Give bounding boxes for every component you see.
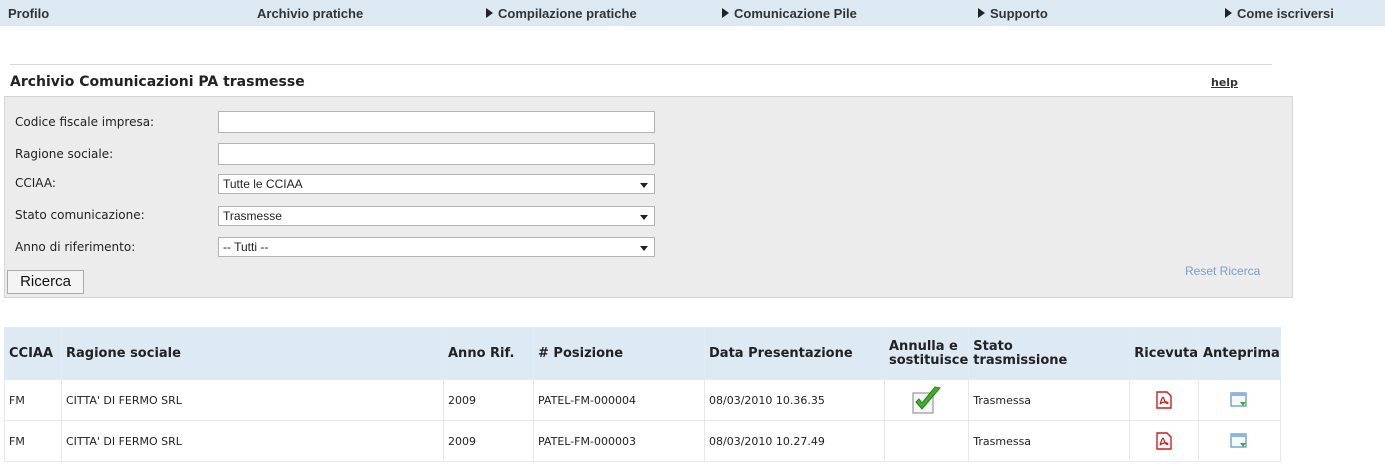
- cell-ragione-sociale: CITTA' DI FERMO SRL: [61, 379, 444, 421]
- preview-window-icon[interactable]: [1230, 433, 1248, 449]
- triangle-right-icon: [1225, 8, 1232, 18]
- codice-fiscale-input[interactable]: [218, 111, 655, 133]
- chevron-down-icon: [640, 246, 648, 251]
- results-table: CCIAA Ragione sociale Anno Rif. # Posizi…: [4, 327, 1281, 462]
- cciaa-select[interactable]: Tutte le CCIAA: [218, 174, 655, 194]
- section-divider: [10, 64, 1272, 65]
- stato-comunicazione-select[interactable]: Trasmesse: [218, 206, 655, 226]
- col-header-annulla-sostituisce[interactable]: Annulla e sostituisce: [883, 327, 970, 380]
- nav-item-supporto[interactable]: Supporto: [978, 6, 1048, 21]
- cciaa-label: CCIAA:: [15, 176, 56, 190]
- table-row: FM CITTA' DI FERMO SRL 2009 PATEL-FM-000…: [4, 420, 1281, 462]
- search-panel: Codice fiscale impresa: Ragione sociale:…: [4, 96, 1293, 298]
- cell-posizione: PATEL-FM-000003: [533, 420, 705, 462]
- cell-cciaa: FM: [4, 379, 62, 421]
- cell-data-presentazione: 08/03/2010 10.27.49: [704, 420, 885, 462]
- nav-item-archivio-pratiche[interactable]: Archivio pratiche: [257, 6, 363, 21]
- table-row: FM CITTA' DI FERMO SRL 2009 PATEL-FM-000…: [4, 379, 1281, 421]
- table-header-row: CCIAA Ragione sociale Anno Rif. # Posizi…: [4, 327, 1281, 380]
- cell-ricevuta: [1129, 420, 1199, 462]
- cell-anteprima: [1197, 379, 1281, 421]
- triangle-right-icon: [978, 8, 985, 18]
- page-title: Archivio Comunicazioni PA trasmesse: [10, 74, 305, 90]
- col-header-cciaa[interactable]: CCIAA: [4, 327, 62, 380]
- ragione-sociale-label: Ragione sociale:: [15, 147, 114, 161]
- cell-posizione: PATEL-FM-000004: [533, 379, 705, 421]
- ricerca-button[interactable]: Ricerca: [7, 270, 84, 294]
- triangle-right-icon: [486, 8, 493, 18]
- ragione-sociale-input[interactable]: [218, 143, 655, 165]
- nav-item-compilazione-pratiche[interactable]: Compilazione pratiche: [486, 6, 637, 21]
- col-header-data-presentazione[interactable]: Data Presentazione: [704, 327, 885, 380]
- cell-stato-trasmissione: Trasmessa: [968, 379, 1131, 421]
- cell-ricevuta: [1129, 379, 1199, 421]
- cell-anno: 2009: [443, 420, 534, 462]
- cell-anteprima: [1197, 420, 1281, 462]
- col-header-posizione[interactable]: # Posizione: [533, 327, 705, 380]
- nav-item-comunicazione-pile[interactable]: Comunicazione Pile: [722, 6, 857, 21]
- nav-item-profilo[interactable]: Profilo: [8, 6, 49, 21]
- nav-item-come-iscriversi[interactable]: Come iscriversi: [1225, 6, 1334, 21]
- anno-riferimento-select[interactable]: -- Tutti --: [218, 237, 655, 257]
- cell-anno: 2009: [443, 379, 534, 421]
- pdf-icon[interactable]: [1156, 432, 1172, 450]
- col-header-ragione-sociale[interactable]: Ragione sociale: [61, 327, 444, 380]
- checkmark-icon[interactable]: [910, 384, 944, 416]
- col-header-anteprima[interactable]: Anteprima: [1197, 327, 1281, 380]
- cell-ragione-sociale: CITTA' DI FERMO SRL: [61, 420, 444, 462]
- top-nav-bar: Profilo Archivio pratiche Compilazione p…: [0, 0, 1385, 26]
- cell-cciaa: FM: [4, 420, 62, 462]
- triangle-right-icon: [722, 8, 729, 18]
- cell-annulla-sostituisce: [883, 379, 970, 421]
- chevron-down-icon: [640, 183, 648, 188]
- pdf-icon[interactable]: [1156, 391, 1172, 409]
- col-header-stato-trasmissione[interactable]: Stato trasmissione: [968, 327, 1131, 380]
- cell-data-presentazione: 08/03/2010 10.36.35: [704, 379, 885, 421]
- cell-annulla-sostituisce: [883, 420, 970, 462]
- cell-stato-trasmissione: Trasmessa: [968, 420, 1131, 462]
- help-link[interactable]: help: [1211, 76, 1238, 89]
- stato-comunicazione-label: Stato comunicazione:: [15, 208, 145, 222]
- anno-riferimento-label: Anno di riferimento:: [15, 240, 136, 254]
- col-header-anno-rif[interactable]: Anno Rif.: [443, 327, 534, 380]
- preview-window-icon[interactable]: [1230, 392, 1248, 408]
- chevron-down-icon: [640, 215, 648, 220]
- codice-fiscale-label: Codice fiscale impresa:: [15, 115, 155, 129]
- reset-ricerca-link[interactable]: Reset Ricerca: [1185, 264, 1260, 278]
- col-header-ricevuta[interactable]: Ricevuta: [1129, 327, 1199, 380]
